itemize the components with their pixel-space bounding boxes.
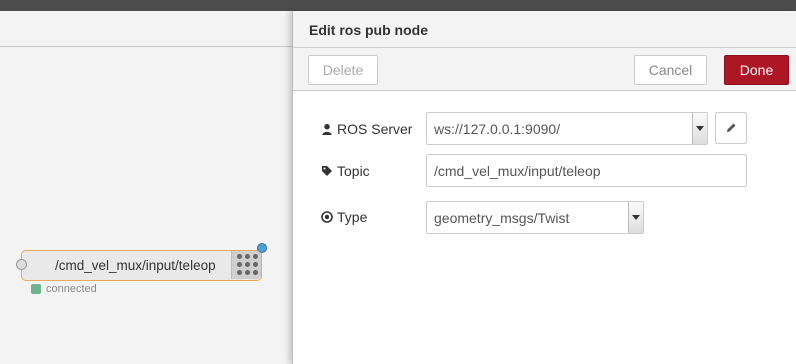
chevron-down-icon[interactable] xyxy=(692,113,707,144)
topic-row: Topic xyxy=(321,163,426,179)
user-icon xyxy=(322,123,332,135)
done-button[interactable]: Done xyxy=(724,55,789,85)
workspace[interactable]: /cmd_vel_mux/input/teleop connected xyxy=(0,11,292,364)
status-text: connected xyxy=(46,283,97,295)
server-select[interactable]: ws://127.0.0.1:9090/ xyxy=(426,112,708,145)
edit-server-button[interactable] xyxy=(715,112,747,144)
server-value: ws://127.0.0.1:9090/ xyxy=(434,120,561,137)
pencil-icon xyxy=(727,123,736,132)
topic-input[interactable] xyxy=(426,154,747,187)
chevron-down-icon[interactable] xyxy=(628,202,643,233)
node-status: connected xyxy=(31,283,97,295)
editor-toolbar: Delete Cancel Done xyxy=(293,48,796,91)
node-label: /cmd_vel_mux/input/teleop xyxy=(55,258,216,273)
type-row: Type xyxy=(321,209,426,225)
grid-dots-icon xyxy=(237,254,259,276)
type-value: geometry_msgs/Twist xyxy=(434,209,570,226)
type-select[interactable]: geometry_msgs/Twist xyxy=(426,201,644,234)
server-row: ROS Server xyxy=(321,121,426,137)
tag-icon xyxy=(322,166,332,176)
node-form: ROS Server ws://127.0.0.1:9090/ Topic /c… xyxy=(293,91,796,364)
editor-title: Edit ros pub node xyxy=(293,11,796,48)
topic-label: Topic xyxy=(321,163,426,179)
ros-pub-node[interactable]: /cmd_vel_mux/input/teleop xyxy=(16,243,267,281)
workspace-header xyxy=(0,11,292,47)
delete-button[interactable]: Delete xyxy=(308,55,378,85)
top-bar xyxy=(0,0,796,11)
type-label: Type xyxy=(321,209,426,225)
dot-circle-icon xyxy=(321,211,333,223)
server-label: ROS Server xyxy=(321,121,426,137)
cancel-button[interactable]: Cancel xyxy=(634,55,707,85)
input-port[interactable] xyxy=(16,259,27,270)
edit-panel: Edit ros pub node Delete Cancel Done ROS… xyxy=(292,11,796,364)
status-square-icon xyxy=(31,284,41,294)
node-icon xyxy=(231,251,261,279)
